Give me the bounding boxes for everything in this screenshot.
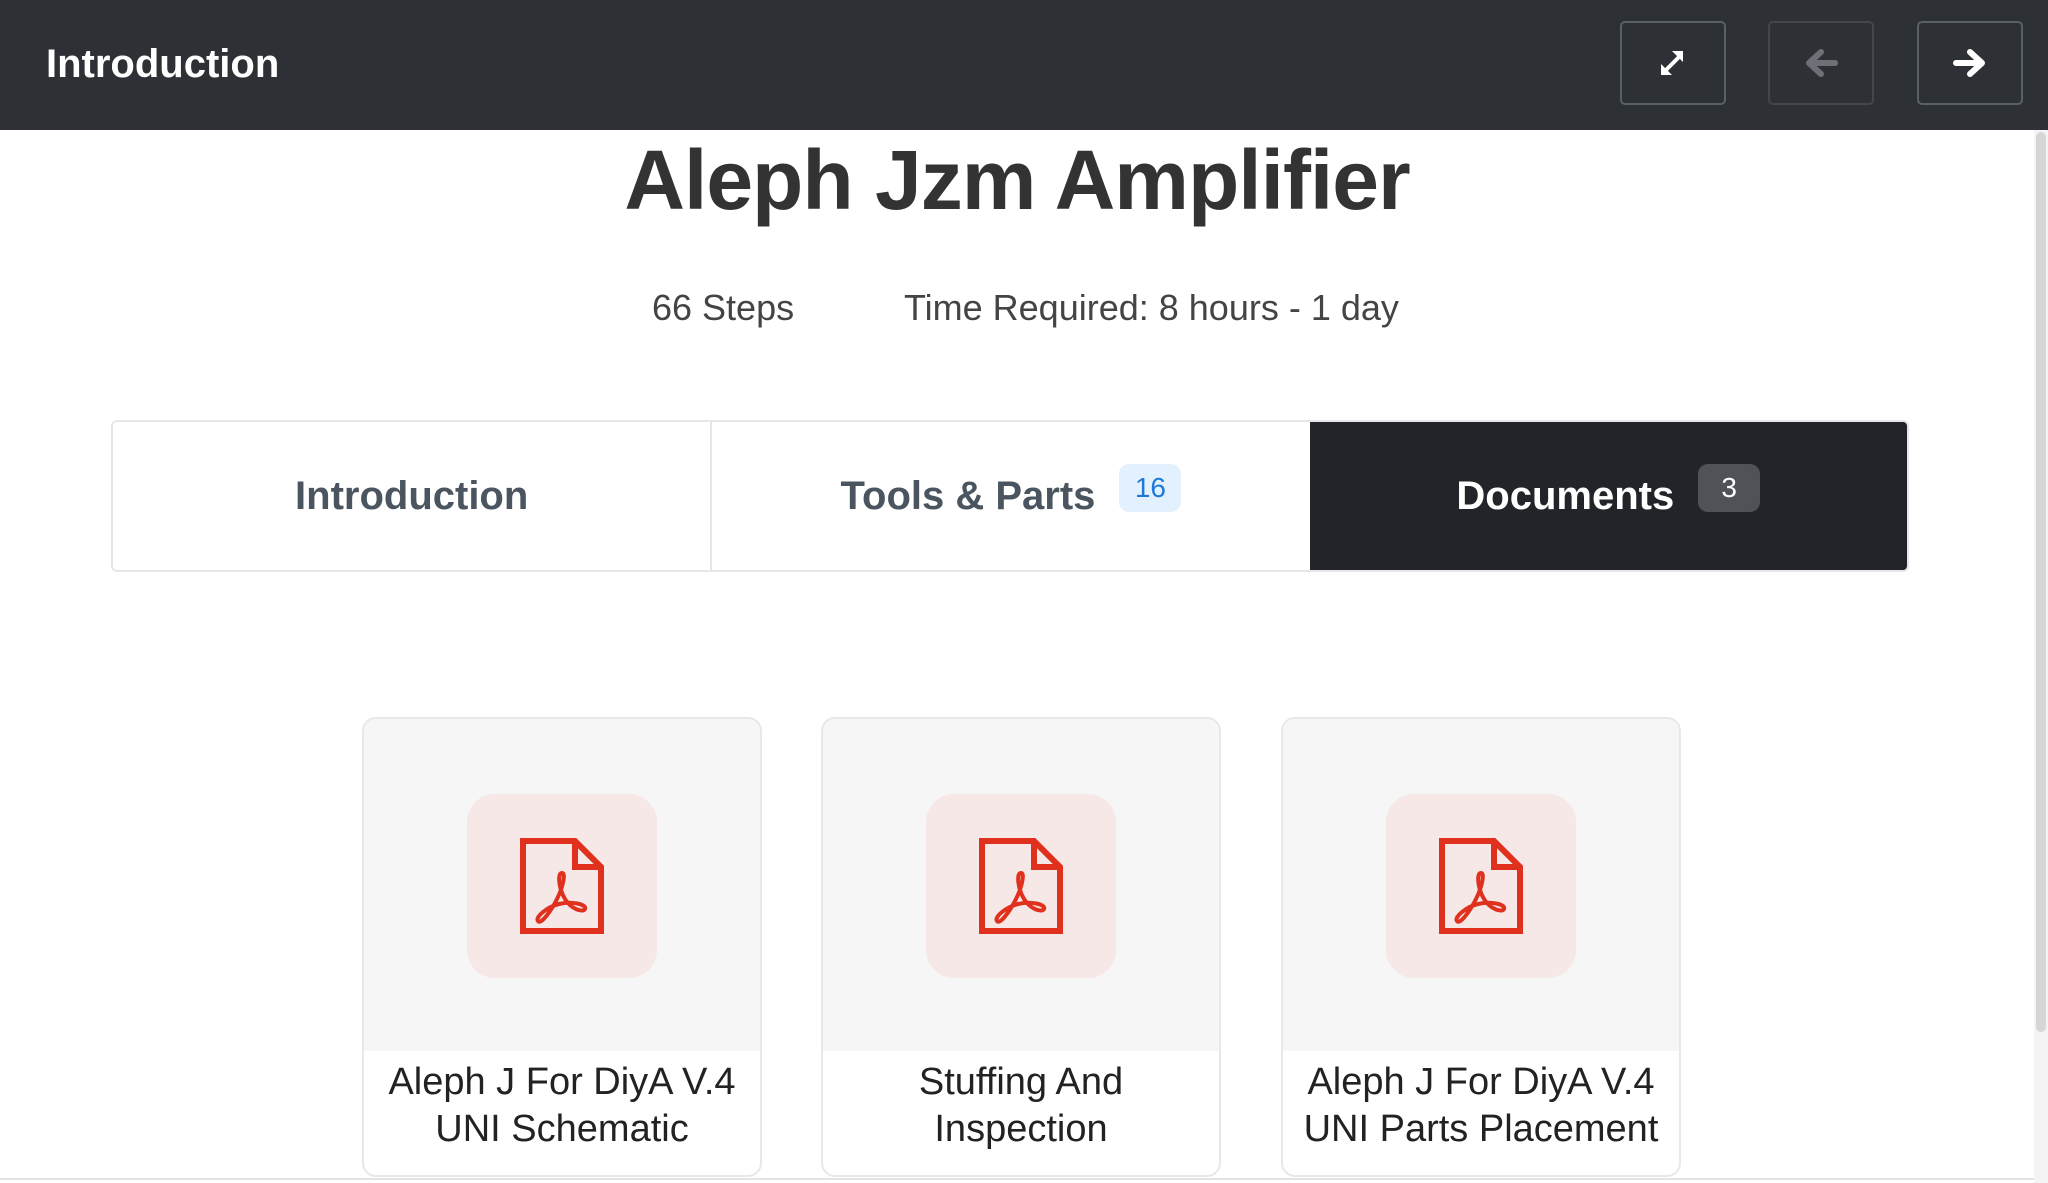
document-title-line: Stuffing And [918,1061,1124,1103]
fullscreen-button[interactable] [1620,21,1726,105]
arrow-right-icon [1953,49,1985,77]
next-button[interactable] [1917,21,2023,105]
document-title-line: UNI Schematic [435,1108,689,1150]
tab-label: Documents [1456,473,1675,518]
expand-arrows-icon [1661,51,1683,75]
document-title: Aleph J For DiyA V.4 UNI Parts Placement [1283,1059,1679,1153]
tab-label: Introduction [295,473,529,518]
pdf-file-icon [520,838,604,934]
document-thumbnail [364,719,760,1051]
pdf-icon-box [926,794,1116,978]
header-bar: Introduction [0,0,2048,130]
guide-page: Introduction Aleph Jzm Amplifier 66 Step… [0,0,2048,1183]
document-title-line: Aleph J For DiyA V.4 [1307,1061,1655,1103]
arrow-left-icon [1806,49,1838,77]
document-title-line: UNI Parts Placement [1303,1108,1659,1150]
divider [0,1178,2034,1180]
document-card[interactable]: Stuffing And Inspection [821,717,1221,1177]
guide-tabs: Introduction Tools & Parts 16 Documents … [111,420,1909,572]
pdf-icon-box [467,794,657,978]
document-card[interactable]: Aleph J For DiyA V.4 UNI Schematic [362,717,762,1177]
pdf-file-icon [1439,838,1523,934]
document-title: Stuffing And Inspection [823,1059,1219,1153]
document-title-line: Aleph J For DiyA V.4 [388,1061,736,1103]
document-card[interactable]: Aleph J For DiyA V.4 UNI Parts Placement [1281,717,1681,1177]
guide-title: Aleph Jzm Amplifier [624,133,1410,227]
tab-introduction[interactable]: Introduction [113,422,711,570]
document-title-line: Inspection [934,1108,1108,1150]
documents-count-badge: 3 [1698,464,1761,512]
scrollbar-thumb[interactable] [2036,132,2046,1032]
steps-count: 66 Steps [652,287,795,328]
document-title: Aleph J For DiyA V.4 UNI Schematic [364,1059,760,1153]
document-thumbnail [823,719,1219,1051]
pdf-icon-box [1386,794,1576,978]
previous-button[interactable] [1768,21,1874,105]
tab-label: Tools & Parts [840,473,1096,518]
tab-tools-parts[interactable]: Tools & Parts 16 [710,422,1310,570]
tab-documents[interactable]: Documents 3 [1309,422,1907,570]
header-title: Introduction [46,42,280,86]
pdf-file-icon [979,838,1063,934]
document-thumbnail [1283,719,1679,1051]
time-required: Time Required: 8 hours - 1 day [904,287,1399,328]
tools-count-badge: 16 [1119,464,1182,512]
